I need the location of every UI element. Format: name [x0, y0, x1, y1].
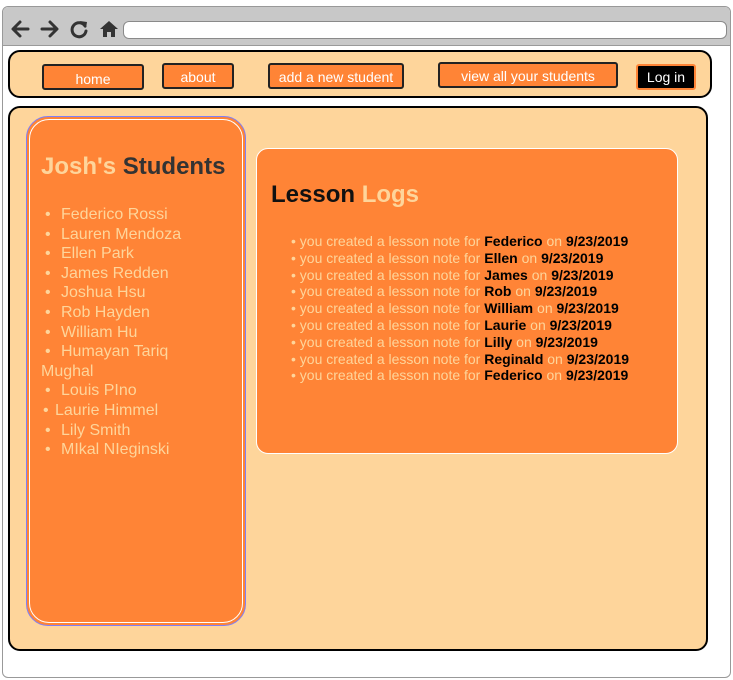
log-student-name: James: [484, 266, 528, 283]
log-date: 9/23/2019: [566, 350, 630, 367]
back-arrow-icon[interactable]: [9, 18, 31, 40]
reload-icon[interactable]: [68, 18, 90, 40]
log-date: 9/23/2019: [541, 249, 604, 266]
main-panel: Josh's Students • Federico Rossi • Lauren …: [8, 106, 708, 651]
log-entry: • you created a lesson note for Federico…: [291, 233, 629, 249]
student-name: Mughal: [41, 362, 94, 380]
student-item[interactable]: • Louis PIno: [45, 381, 181, 401]
student-name: Louis PIno: [61, 382, 137, 400]
log-date: 9/23/2019: [549, 316, 612, 333]
log-student-name: Lilly: [484, 333, 513, 350]
log-date: 9/23/2019: [535, 333, 598, 350]
student-item[interactable]: • Humayan Tariq: [45, 342, 181, 362]
lesson-logs-title: Lesson Logs: [271, 181, 419, 209]
student-item[interactable]: • James Redden: [45, 264, 181, 284]
about-button[interactable]: about: [162, 63, 234, 89]
student-name: Humayan Tariq: [61, 343, 169, 361]
sidebar-title: Josh's Students: [41, 153, 225, 181]
log-date: 9/23/2019: [556, 300, 619, 317]
log-entry: • you created a lesson note for William …: [291, 300, 619, 317]
student-name: Federico Rossi: [61, 206, 168, 223]
student-name: MIkal NIeginski: [61, 441, 170, 459]
student-name: Lauren Mendoza: [61, 225, 182, 243]
home-button[interactable]: home: [42, 64, 144, 90]
students-sidebar: Josh's Students • Federico Rossi • Lauren …: [26, 116, 246, 626]
student-name: William Hu: [61, 323, 138, 341]
log-date: 9/23/2019: [534, 283, 598, 300]
student-name: Joshua Hsu: [61, 284, 146, 302]
student-item[interactable]: • MIkal NIeginski: [45, 440, 181, 460]
student-item[interactable]: • Lauren Mendoza: [45, 225, 181, 245]
logs-title-logs: Logs: [361, 181, 420, 208]
student-name: Lily Smith: [61, 421, 131, 439]
log-student-name: Ellen: [484, 249, 518, 266]
log-entry: • you created a lesson note for Federico…: [291, 367, 629, 384]
log-entry: • you created a lesson note for Rob on 9…: [291, 283, 598, 300]
log-student-name: Reginald: [484, 350, 544, 367]
lesson-logs-panel: Lesson Logs • you created a lesson note …: [256, 148, 678, 454]
student-name: Laurie Himmel: [55, 401, 159, 419]
log-student-name: Rob: [484, 283, 512, 300]
log-student-name: Federico: [484, 233, 543, 249]
log-entry: • you created a lesson note for Reginald…: [291, 350, 630, 367]
add-student-button[interactable]: add a new student: [268, 63, 404, 89]
log-entry: • you created a lesson note for Laurie o…: [291, 316, 612, 333]
sidebar-title-owner: Josh's: [41, 153, 117, 180]
log-date: 9/23/2019: [565, 367, 629, 384]
log-entry: • you created a lesson note for Lilly on…: [291, 333, 598, 350]
log-date: 9/23/2019: [565, 233, 629, 249]
student-name: Ellen Park: [61, 245, 134, 263]
student-item[interactable]: • Joshua Hsu: [45, 283, 181, 303]
log-student-name: Federico: [484, 367, 543, 384]
log-entry: • you created a lesson note for Ellen on…: [291, 249, 604, 266]
logs-title-lesson: Lesson: [271, 181, 356, 208]
forward-arrow-icon[interactable]: [39, 18, 61, 40]
log-student-name: Laurie: [484, 316, 527, 333]
student-item[interactable]: • William Hu: [45, 323, 181, 343]
student-item[interactable]: • Federico Rossi: [45, 205, 181, 225]
lesson-log-list: • you created a lesson note for Federico…: [291, 233, 629, 384]
log-entry: • you created a lesson note for James on…: [291, 266, 614, 283]
log-date: 9/23/2019: [551, 266, 614, 283]
top-navigation: home about add a new student view all yo…: [8, 50, 712, 98]
view-students-button[interactable]: view all your students: [438, 62, 618, 88]
student-list: • Federico Rossi • Lauren Mendoza • Ellen P…: [41, 205, 181, 460]
browser-toolbar: [3, 7, 730, 46]
login-button[interactable]: Log in: [636, 64, 696, 90]
home-icon[interactable]: [98, 18, 120, 40]
student-item[interactable]: • Rob Hayden: [45, 303, 181, 323]
student-item[interactable]: • Laurie Himmel: [43, 401, 181, 421]
log-student-name: William: [484, 300, 534, 317]
student-item[interactable]: • Ellen Park: [45, 244, 181, 264]
student-item[interactable]: • Lily Smith: [45, 421, 181, 441]
student-item-continued[interactable]: Mughal: [41, 362, 181, 382]
sidebar-title-word: Students: [122, 153, 226, 180]
student-name: James Redden: [61, 264, 169, 282]
student-name: Rob Hayden: [61, 303, 150, 321]
address-bar[interactable]: [123, 21, 727, 39]
